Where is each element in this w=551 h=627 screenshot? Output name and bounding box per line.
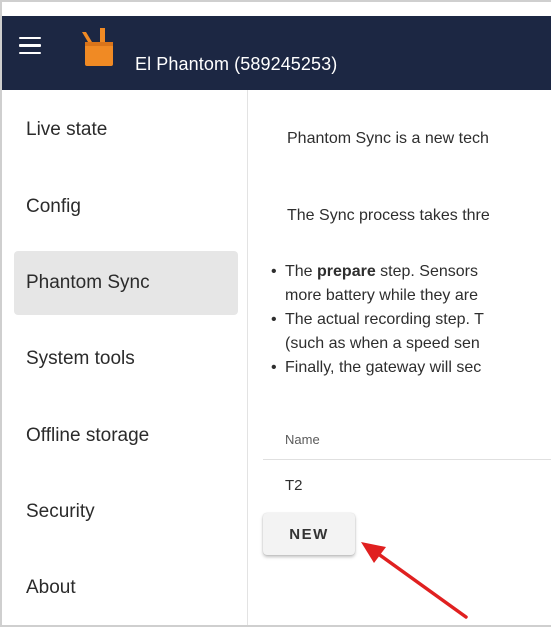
table-divider bbox=[263, 459, 551, 460]
phantom-logo bbox=[82, 28, 113, 66]
sidebar: Live state Config Phantom Sync System to… bbox=[2, 90, 248, 625]
steps-list: The prepare step. Sensors more battery w… bbox=[271, 260, 551, 380]
sidebar-item-label: Config bbox=[26, 196, 81, 217]
list-item: The actual recording step. T (such as wh… bbox=[271, 308, 551, 356]
sidebar-item-phantom-sync[interactable]: Phantom Sync bbox=[14, 251, 238, 315]
app-window: El Phantom (589245253) Live state Config… bbox=[0, 0, 551, 627]
sidebar-item-offline-storage[interactable]: Offline storage bbox=[14, 404, 238, 468]
sidebar-item-label: System tools bbox=[26, 348, 135, 369]
sidebar-item-live-state[interactable]: Live state bbox=[14, 98, 238, 162]
new-button[interactable]: NEW bbox=[263, 513, 355, 555]
sidebar-item-label: Security bbox=[26, 501, 95, 522]
intro-text: Phantom Sync is a new tech bbox=[287, 130, 489, 147]
list-item: The prepare step. Sensors more battery w… bbox=[271, 260, 551, 308]
list-item: Finally, the gateway will sec bbox=[271, 356, 551, 380]
process-intro-text: The Sync process takes thre bbox=[287, 207, 490, 224]
sidebar-item-label: About bbox=[26, 577, 76, 598]
table-header-name: Name bbox=[285, 432, 320, 447]
app-title: El Phantom (589245253) bbox=[135, 54, 338, 74]
table-row[interactable]: T2 bbox=[285, 477, 303, 494]
app-header: El Phantom (589245253) bbox=[2, 16, 551, 90]
sidebar-item-system-tools[interactable]: System tools bbox=[14, 327, 238, 391]
sidebar-item-label: Live state bbox=[26, 119, 108, 140]
main-content: Phantom Sync is a new tech The Sync proc… bbox=[249, 90, 551, 625]
sidebar-item-label: Phantom Sync bbox=[26, 272, 150, 293]
sidebar-item-security[interactable]: Security bbox=[14, 480, 238, 544]
sidebar-item-about[interactable]: About bbox=[14, 556, 238, 620]
sidebar-item-label: Offline storage bbox=[26, 425, 150, 446]
sidebar-item-config[interactable]: Config bbox=[14, 175, 238, 239]
menu-icon[interactable] bbox=[19, 37, 41, 55]
